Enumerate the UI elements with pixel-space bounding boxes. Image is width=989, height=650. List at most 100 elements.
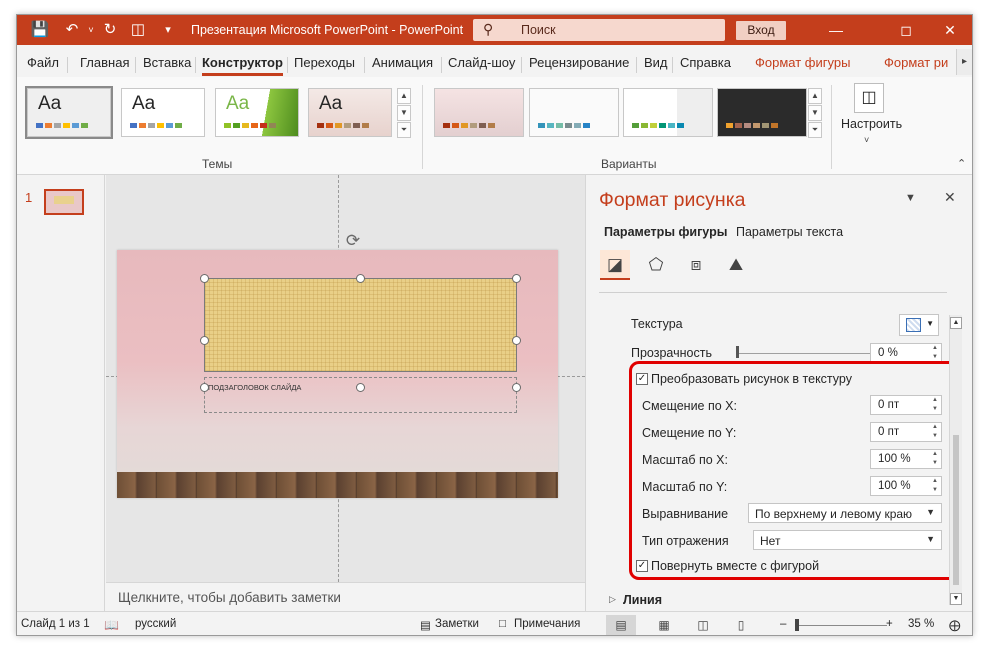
variants-more-icon[interactable]: ⏷	[808, 122, 822, 138]
redo-icon[interactable]: ↻	[100, 20, 120, 40]
rotate-handle-icon[interactable]: ⟳	[343, 231, 363, 251]
theme-office-2[interactable]: Aa	[121, 88, 205, 137]
themes-scroll-up-icon[interactable]: ▲	[397, 88, 411, 104]
resize-handle[interactable]	[512, 383, 521, 392]
spellcheck-icon[interactable]: 📖	[104, 618, 119, 632]
line-section-header[interactable]: Линия	[623, 593, 662, 607]
comments-icon[interactable]: □	[499, 618, 506, 630]
slide-size-icon[interactable]: ◫	[854, 83, 884, 113]
variants-scroll-down-icon[interactable]: ▼	[808, 105, 822, 121]
slide-number: 1	[25, 190, 33, 205]
minimize-icon[interactable]: —	[813, 15, 859, 45]
slide-editor: ПОДЗАГОЛОВОК СЛАЙДА ⟳	[106, 175, 585, 582]
slide-thumbnail[interactable]	[44, 189, 84, 215]
reading-view-icon[interactable]: ◫	[688, 615, 718, 635]
collapse-ribbon-icon[interactable]: ⌃	[957, 157, 966, 170]
tab-view[interactable]: Вид	[644, 55, 668, 70]
notes-button[interactable]: Заметки	[435, 618, 479, 630]
tab-slideshow[interactable]: Слайд-шоу	[448, 55, 515, 70]
zoom-slider-thumb[interactable]	[795, 619, 799, 631]
tab-file[interactable]: Файл	[27, 55, 59, 70]
tab-help[interactable]: Справка	[680, 55, 731, 70]
scroll-up-icon[interactable]: ▲	[950, 317, 962, 329]
themes-more-icon[interactable]: ⏷	[397, 122, 411, 138]
textured-title-shape[interactable]	[204, 278, 517, 372]
zoom-out-icon[interactable]: –	[780, 618, 786, 630]
slideshow-icon[interactable]: ▯	[726, 615, 756, 635]
tab-animations[interactable]: Анимация	[372, 55, 433, 70]
theme-wood[interactable]: Aa	[308, 88, 392, 137]
fit-to-window-icon[interactable]: ⨁	[949, 618, 961, 632]
notes-icon[interactable]: ▤	[420, 618, 431, 632]
pane-scrollbar[interactable]: ▲ ▼	[949, 315, 962, 605]
picture-icon[interactable]: ⛰	[721, 250, 751, 280]
notes-pane[interactable]: Щелкните, чтобы добавить заметки	[106, 582, 585, 611]
variant-1[interactable]	[434, 88, 524, 137]
notes-placeholder: Щелкните, чтобы добавить заметки	[118, 590, 341, 605]
save-icon[interactable]: 💾	[30, 20, 50, 40]
zoom-slider[interactable]	[797, 625, 887, 626]
comments-button[interactable]: Примечания	[514, 618, 580, 630]
size-properties-icon[interactable]: ⧈	[681, 250, 711, 280]
theme-preview-label: Aa	[226, 93, 250, 114]
transparency-slider-thumb[interactable]	[736, 346, 739, 358]
normal-view-icon[interactable]: ▤	[606, 615, 636, 635]
themes-scroll-down-icon[interactable]: ▼	[397, 105, 411, 121]
search-input[interactable]: ⚲ Поиск	[473, 19, 725, 41]
theme-office[interactable]: Aa	[25, 86, 113, 139]
expand-arrow-icon[interactable]: ▷	[609, 594, 616, 605]
zoom-in-icon[interactable]: +	[886, 618, 893, 630]
resize-handle[interactable]	[512, 274, 521, 283]
tab-home[interactable]: Главная	[80, 55, 129, 70]
customize-chevron-icon[interactable]: ˅	[864, 135, 869, 145]
fill-line-icon[interactable]: ◪	[600, 250, 630, 280]
tab-shape-options[interactable]: Параметры фигуры	[604, 225, 727, 239]
tab-transitions[interactable]: Переходы	[294, 55, 355, 70]
ribbon-tabs: Файл Главная Вставка Конструктор Переход…	[17, 45, 972, 77]
zoom-level[interactable]: 35 %	[908, 618, 934, 630]
undo-dropdown-icon[interactable]: ˅	[81, 20, 101, 40]
theme-preview-label: Aa	[38, 93, 62, 114]
tab-shape-format[interactable]: Формат фигуры	[755, 55, 850, 70]
transparency-input[interactable]: 0 % ▲ ▼	[870, 343, 942, 363]
scrollbar-thumb[interactable]	[953, 435, 959, 585]
scroll-down-icon[interactable]: ▼	[950, 593, 962, 605]
slide-sorter-icon[interactable]: ▦	[649, 615, 679, 635]
tab-insert[interactable]: Вставка	[143, 55, 191, 70]
pane-options-icon[interactable]: ▼	[905, 192, 916, 204]
tab-text-options[interactable]: Параметры текста	[736, 225, 843, 239]
resize-handle[interactable]	[512, 336, 521, 345]
resize-handle[interactable]	[200, 336, 209, 345]
undo-icon[interactable]: ↶	[62, 20, 82, 40]
restore-icon[interactable]: ◻	[883, 15, 929, 45]
pane-close-icon[interactable]: ✕	[944, 189, 956, 206]
texture-picker[interactable]: ▼	[899, 314, 939, 336]
window-title: Презентация Microsoft PowerPoint - Power…	[191, 23, 464, 37]
subtitle-placeholder-text: ПОДЗАГОЛОВОК СЛАЙДА	[208, 383, 302, 392]
theme-facet[interactable]: Aa	[215, 88, 299, 137]
variant-4[interactable]	[717, 88, 807, 137]
themes-group-label: Темы	[202, 157, 233, 171]
tab-review[interactable]: Рецензирование	[529, 55, 629, 70]
ribbon-body: Aa Aa Aa Aa ▲ ▼ ⏷ Темы ▲ ▼ ⏷ Варианты ◫ …	[17, 77, 972, 175]
slide-info: Слайд 1 из 1	[21, 618, 90, 630]
signin-button[interactable]: Вход	[736, 21, 786, 40]
customize-qat-icon[interactable]: ▾	[158, 20, 178, 40]
tab-design[interactable]: Конструктор	[202, 55, 283, 76]
customize-button[interactable]: Настроить	[841, 117, 902, 131]
effects-icon[interactable]: ⬠	[641, 250, 671, 280]
resize-handle[interactable]	[356, 274, 365, 283]
resize-handle[interactable]	[200, 383, 209, 392]
present-icon[interactable]: ◫	[128, 20, 148, 40]
tab-picture-format[interactable]: Формат ри	[884, 55, 948, 70]
close-icon[interactable]: ✕	[927, 15, 972, 45]
language[interactable]: русский	[135, 618, 176, 630]
resize-handle[interactable]	[200, 274, 209, 283]
transparency-slider-track[interactable]	[738, 353, 878, 354]
slide-canvas[interactable]: ПОДЗАГОЛОВОК СЛАЙДА	[117, 250, 558, 498]
variants-scroll-up-icon[interactable]: ▲	[808, 88, 822, 104]
variant-2[interactable]	[529, 88, 619, 137]
tabs-scroll-right-icon[interactable]: ▸	[956, 49, 972, 75]
resize-handle[interactable]	[356, 383, 365, 392]
variant-3[interactable]	[623, 88, 713, 137]
